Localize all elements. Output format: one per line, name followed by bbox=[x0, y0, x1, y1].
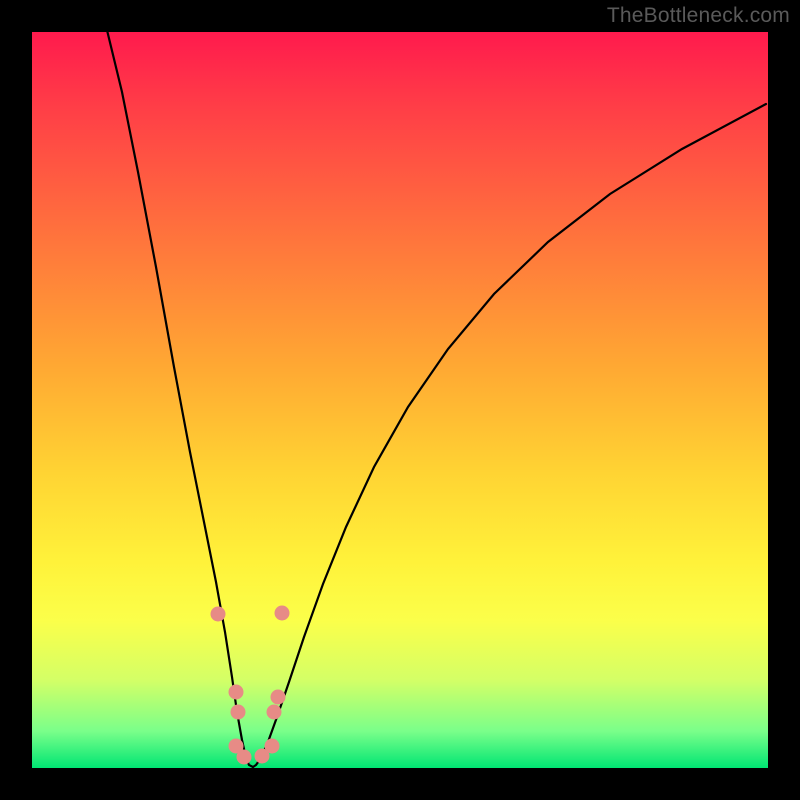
data-dot bbox=[211, 607, 226, 622]
data-dot bbox=[275, 606, 290, 621]
data-dot bbox=[265, 739, 280, 754]
data-dot bbox=[271, 690, 286, 705]
data-dot bbox=[231, 705, 246, 720]
plot-area bbox=[32, 32, 768, 768]
dots-group bbox=[211, 606, 290, 765]
curve-right-arm bbox=[253, 104, 766, 767]
data-dot bbox=[237, 750, 252, 765]
chart-frame: TheBottleneck.com bbox=[0, 0, 800, 800]
data-dot bbox=[229, 685, 244, 700]
curve-left-arm bbox=[106, 26, 253, 767]
curves-svg bbox=[32, 32, 768, 768]
watermark-text: TheBottleneck.com bbox=[607, 4, 790, 28]
data-dot bbox=[267, 705, 282, 720]
